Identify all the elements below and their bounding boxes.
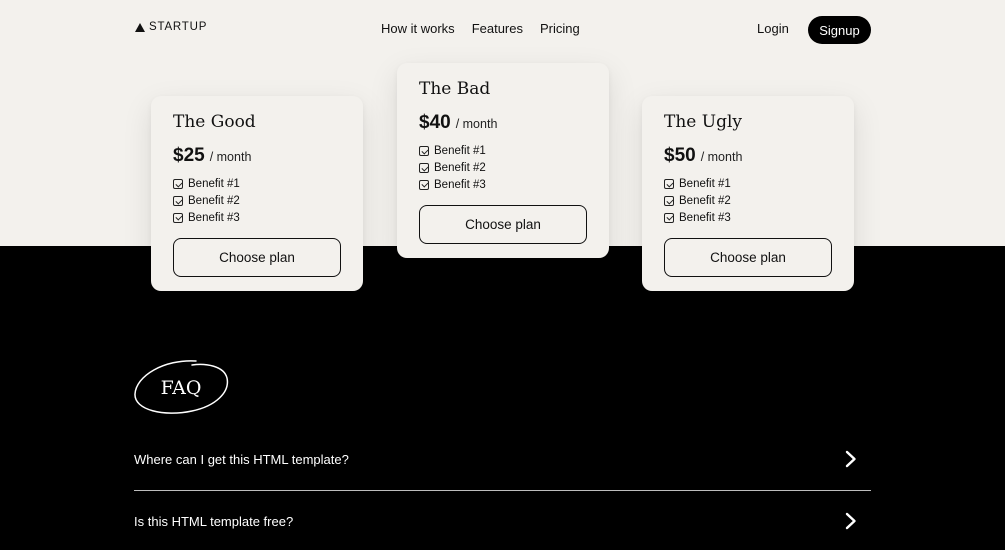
benefit-item: Benefit #2 — [173, 193, 341, 210]
logo-text: STARTUP — [149, 21, 208, 33]
benefit-label: Benefit #3 — [188, 211, 240, 224]
checkbox-icon — [419, 163, 429, 174]
benefit-list: Benefit #1 Benefit #2 Benefit #3 — [419, 143, 587, 193]
benefit-list: Benefit #1 Benefit #2 Benefit #3 — [173, 176, 341, 226]
faq-item[interactable]: Is this HTML template free? — [134, 503, 871, 539]
checkbox-icon — [664, 179, 674, 190]
nav-how-it-works[interactable]: How it works — [381, 21, 455, 36]
nav-features[interactable]: Features — [472, 21, 523, 36]
benefit-item: Benefit #2 — [419, 160, 587, 177]
plan-period: / month — [455, 117, 498, 131]
login-link[interactable]: Login — [757, 21, 789, 36]
benefit-label: Benefit #2 — [679, 195, 731, 208]
nav-pricing[interactable]: Pricing — [540, 21, 580, 36]
plan-period: / month — [209, 150, 252, 164]
choose-plan-button-good[interactable]: Choose plan — [173, 238, 341, 278]
price-row: $25 / month — [173, 145, 341, 167]
benefit-item: Benefit #3 — [173, 209, 341, 226]
plan-name: The Bad — [419, 79, 491, 99]
faq-heading: FAQ — [134, 358, 230, 416]
plan-name: The Good — [173, 112, 256, 132]
faq-title: FAQ — [160, 377, 202, 399]
benefit-item: Benefit #1 — [173, 176, 341, 193]
choose-plan-button-bad[interactable]: Choose plan — [419, 205, 587, 245]
benefit-label: Benefit #1 — [188, 178, 240, 191]
logo[interactable]: STARTUP — [135, 21, 207, 33]
checkbox-icon — [173, 212, 183, 223]
chevron-right-icon — [845, 512, 856, 530]
benefit-label: Benefit #1 — [679, 178, 731, 191]
benefit-label: Benefit #3 — [434, 178, 486, 191]
plan-price: $40 — [419, 112, 451, 133]
chevron-right-icon — [845, 450, 856, 468]
benefit-label: Benefit #1 — [434, 145, 486, 158]
benefit-item: Benefit #3 — [419, 176, 587, 193]
benefit-label: Benefit #2 — [188, 195, 240, 208]
benefit-item: Benefit #1 — [419, 143, 587, 160]
plan-card-bad: The Bad $40 / month Benefit #1 Benefit #… — [397, 63, 609, 258]
benefit-item: Benefit #2 — [664, 193, 832, 210]
price-row: $50 / month — [664, 145, 832, 167]
checkbox-icon — [419, 179, 429, 190]
main-nav: How it works Features Pricing — [381, 21, 580, 36]
triangle-logo-icon — [135, 22, 145, 32]
price-row: $40 / month — [419, 112, 587, 134]
checkbox-icon — [173, 196, 183, 207]
checkbox-icon — [664, 212, 674, 223]
signup-button[interactable]: Signup — [808, 16, 871, 44]
plan-price: $50 — [664, 145, 696, 166]
plan-name: The Ugly — [664, 112, 743, 132]
checkbox-icon — [419, 146, 429, 157]
plan-price: $25 — [173, 145, 205, 166]
choose-plan-button-ugly[interactable]: Choose plan — [664, 238, 832, 278]
faq-divider — [134, 490, 871, 491]
benefit-list: Benefit #1 Benefit #2 Benefit #3 — [664, 176, 832, 226]
plan-card-ugly: The Ugly $50 / month Benefit #1 Benefit … — [642, 96, 854, 291]
checkbox-icon — [173, 179, 183, 190]
plan-card-good: The Good $25 / month Benefit #1 Benefit … — [151, 96, 363, 291]
benefit-item: Benefit #1 — [664, 176, 832, 193]
faq-item[interactable]: Where can I get this HTML template? — [134, 441, 871, 477]
checkbox-icon — [664, 196, 674, 207]
faq-question: Is this HTML template free? — [134, 513, 294, 529]
benefit-item: Benefit #3 — [664, 209, 832, 226]
benefit-label: Benefit #2 — [434, 162, 486, 175]
plan-period: / month — [700, 150, 743, 164]
faq-question: Where can I get this HTML template? — [134, 451, 349, 467]
benefit-label: Benefit #3 — [679, 211, 731, 224]
